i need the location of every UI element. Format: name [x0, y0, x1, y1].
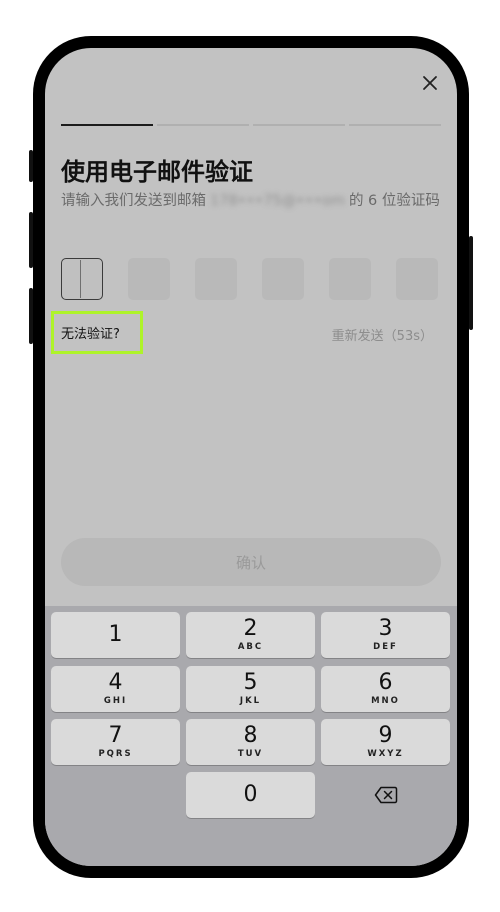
key-letters: MNO: [371, 696, 400, 706]
key-number: 6: [378, 670, 393, 695]
delete-key[interactable]: [321, 772, 450, 818]
phone-side-button: [29, 150, 33, 182]
key-5[interactable]: 5 JKL: [186, 666, 315, 712]
key-letters: DEF: [373, 642, 398, 652]
instruction-suffix: 的 6 位验证码: [348, 193, 440, 209]
phone-side-button: [29, 212, 33, 268]
key-4[interactable]: 4 GHI: [51, 666, 180, 712]
key-6[interactable]: 6 MNO: [321, 666, 450, 712]
key-1[interactable]: 1: [51, 612, 180, 658]
key-8[interactable]: 8 TUV: [186, 719, 315, 765]
key-number: 1: [108, 622, 123, 647]
key-letters: ABC: [237, 642, 264, 652]
key-number: 5: [243, 670, 258, 695]
numeric-keypad: 1 2 ABC 3 DEF 4 GHI 5 JKL 6 MNO 7 PQRS 8…: [45, 606, 457, 866]
cant-verify-link[interactable]: 无法验证?: [61, 323, 120, 342]
key-number: 3: [378, 616, 393, 641]
key-number: 9: [378, 723, 393, 748]
code-input-row[interactable]: [61, 258, 438, 300]
resend-countdown[interactable]: 重新发送（53s）: [332, 325, 433, 344]
page-title: 使用电子邮件验证: [61, 158, 253, 186]
close-icon: [423, 76, 437, 90]
code-digit-box[interactable]: [195, 258, 237, 300]
key-9[interactable]: 9 WXYZ: [321, 719, 450, 765]
code-digit-box[interactable]: [396, 258, 438, 300]
key-letters: JKL: [239, 696, 262, 706]
key-letters: WXYZ: [367, 749, 404, 759]
code-digit-box[interactable]: [329, 258, 371, 300]
progress-step: [61, 124, 153, 126]
code-digit-box[interactable]: [128, 258, 170, 300]
code-digit-box[interactable]: [61, 258, 103, 300]
close-button[interactable]: [415, 68, 445, 98]
confirm-button[interactable]: 确认: [61, 538, 441, 586]
backspace-icon: [374, 786, 397, 804]
key-7[interactable]: 7 PQRS: [51, 719, 180, 765]
key-3[interactable]: 3 DEF: [321, 612, 450, 658]
code-digit-box[interactable]: [262, 258, 304, 300]
cant-verify-highlight: 无法验证?: [51, 311, 143, 354]
key-number: 0: [243, 782, 258, 807]
key-number: 8: [243, 723, 258, 748]
key-letters: TUV: [237, 749, 264, 759]
key-number: 7: [108, 723, 123, 748]
key-letters: PQRS: [98, 749, 133, 759]
phone-screen: 使用电子邮件验证 请输入我们发送到邮箱 178•••75@•••om 的 6 位验证…: [45, 48, 457, 866]
instruction-text: 请输入我们发送到邮箱 178•••75@•••om 的 6 位验证码: [61, 192, 441, 211]
phone-side-button: [469, 236, 473, 330]
key-2[interactable]: 2 ABC: [186, 612, 315, 658]
instruction-prefix: 请输入我们发送到邮箱: [61, 193, 206, 209]
progress-step: [253, 124, 345, 126]
key-letters: GHI: [103, 696, 128, 706]
key-0[interactable]: 0: [186, 772, 315, 818]
text-cursor: [80, 260, 81, 298]
progress-step: [349, 124, 441, 126]
key-number: 2: [243, 616, 258, 641]
progress-steps: [61, 124, 441, 126]
key-number: 4: [108, 670, 123, 695]
masked-email: 178•••75@•••om: [210, 193, 345, 209]
progress-step: [157, 124, 249, 126]
phone-side-button: [29, 288, 33, 344]
